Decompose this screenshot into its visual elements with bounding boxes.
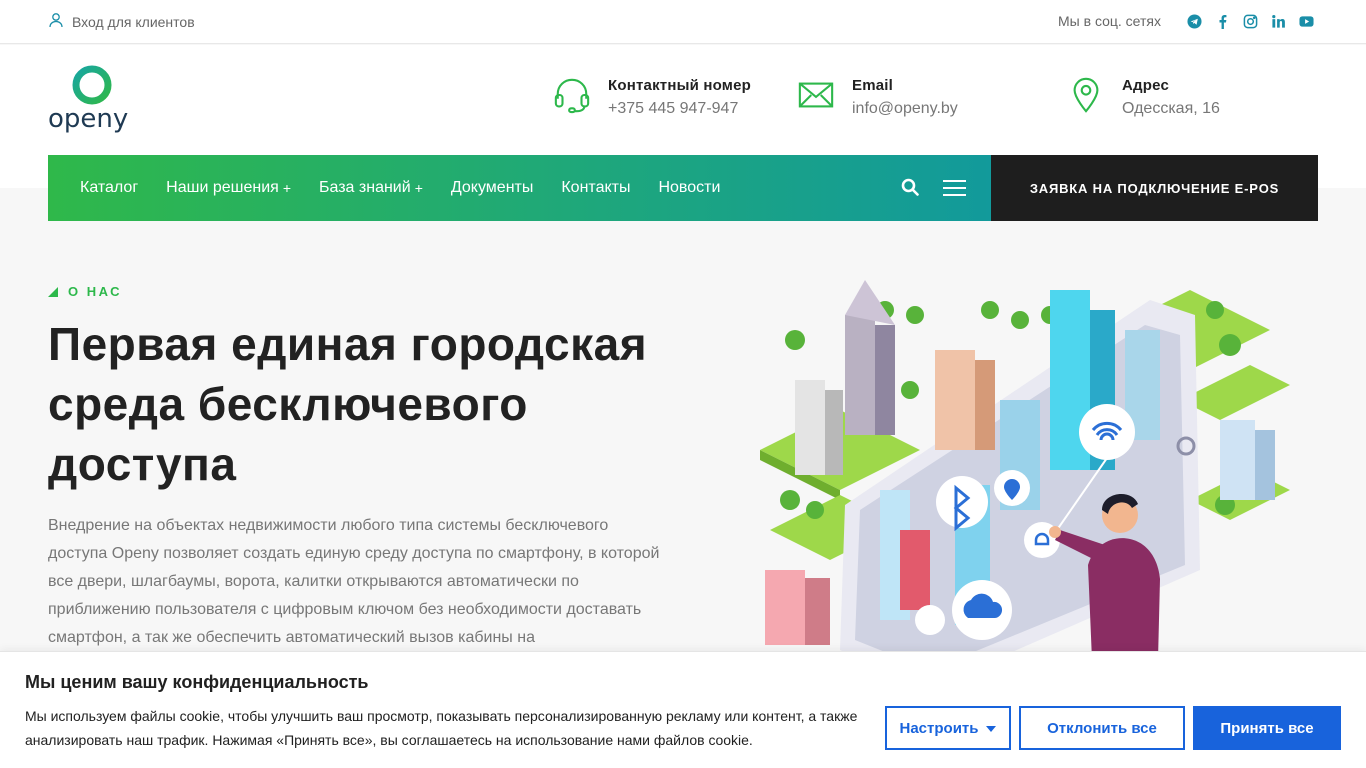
contact-phone-value[interactable]: +375 445 947-947 bbox=[608, 100, 751, 118]
cookie-reject-button[interactable]: Отклонить все bbox=[1019, 706, 1185, 750]
hero-description: Внедрение на объектах недвижимости любог… bbox=[48, 517, 660, 646]
client-login-label: Вход для клиентов bbox=[72, 13, 195, 30]
cookie-text: Мы используем файлы cookie, чтобы улучши… bbox=[25, 708, 858, 748]
nav-item-label: Контакты bbox=[561, 179, 631, 196]
client-login-link[interactable]: Вход для клиентов bbox=[48, 12, 195, 31]
plus-icon: + bbox=[414, 180, 423, 196]
contact-email-title: Email bbox=[852, 77, 894, 94]
contact-email-value[interactable]: info@openy.by bbox=[852, 100, 958, 118]
menu-icon[interactable] bbox=[943, 178, 966, 198]
instagram-icon[interactable] bbox=[1242, 12, 1258, 30]
caret-down-icon bbox=[986, 726, 997, 732]
contact-phone-title: Контактный номер bbox=[608, 77, 752, 94]
nav-item-contacts[interactable]: Контакты bbox=[561, 179, 630, 197]
nav-item-label: Наши решения bbox=[166, 179, 279, 196]
nav-item-label: База знаний bbox=[319, 179, 411, 196]
nav-item-label: Документы bbox=[450, 179, 534, 196]
main-nav: Каталог Наши решения + База знаний + Докум… bbox=[48, 155, 991, 221]
nav-item-knowledge-base[interactable]: База знаний + bbox=[319, 179, 423, 197]
nav-item-news[interactable]: Новости bbox=[658, 179, 720, 197]
logo-text: openy bbox=[48, 104, 128, 134]
smart-city-illustration bbox=[750, 270, 1290, 690]
triangle-icon bbox=[48, 286, 58, 297]
facebook-icon[interactable] bbox=[1214, 12, 1230, 30]
nav-item-label: Каталог bbox=[80, 179, 139, 196]
map-pin-icon bbox=[1066, 75, 1106, 115]
contact-address-title: Адрес bbox=[1122, 77, 1170, 94]
nav-item-solutions[interactable]: Наши решения + bbox=[166, 179, 291, 197]
mail-icon bbox=[796, 75, 836, 115]
social-links bbox=[1186, 12, 1314, 30]
nav-item-documents[interactable]: Документы bbox=[451, 179, 533, 197]
user-icon bbox=[48, 12, 64, 31]
linkedin-icon[interactable] bbox=[1270, 12, 1286, 30]
social-label: Мы в соц. сетях bbox=[1058, 13, 1161, 29]
hero-title: Первая единая городская среда бесключево… bbox=[48, 318, 648, 490]
search-icon[interactable] bbox=[901, 178, 919, 196]
contact-email[interactable]: Email info@openy.by bbox=[796, 75, 958, 118]
headset-icon bbox=[552, 75, 592, 115]
contact-address[interactable]: Адрес Одесская, 16 bbox=[1066, 75, 1220, 118]
nav-item-catalog[interactable]: Каталог bbox=[80, 179, 138, 197]
cookie-banner: Мы ценим вашу конфиденциальность Мы испо… bbox=[0, 651, 1366, 768]
plus-icon: + bbox=[282, 180, 291, 196]
contact-phone[interactable]: Контактный номер +375 445 947-947 bbox=[552, 75, 751, 118]
nav-item-label: Новости bbox=[658, 179, 721, 196]
cookie-customize-label: Настроить bbox=[899, 719, 979, 737]
contact-address-value: Одесская, 16 bbox=[1122, 100, 1220, 117]
eyebrow-label: О НАС bbox=[68, 284, 123, 299]
cookie-accept-button[interactable]: Принять все bbox=[1193, 706, 1341, 750]
top-bar: Вход для клиентов Мы в соц. сетях bbox=[0, 0, 1366, 44]
epos-request-button[interactable]: ЗАЯВКА НА ПОДКЛЮЧЕНИЕ E-POS bbox=[991, 155, 1318, 221]
youtube-icon[interactable] bbox=[1298, 12, 1314, 30]
section-eyebrow: О НАС bbox=[48, 284, 122, 299]
site-logo[interactable]: openy bbox=[48, 65, 138, 137]
cookie-title: Мы ценим вашу конфиденциальность bbox=[25, 672, 369, 692]
telegram-icon[interactable] bbox=[1186, 12, 1202, 30]
cookie-customize-button[interactable]: Настроить bbox=[885, 706, 1011, 750]
